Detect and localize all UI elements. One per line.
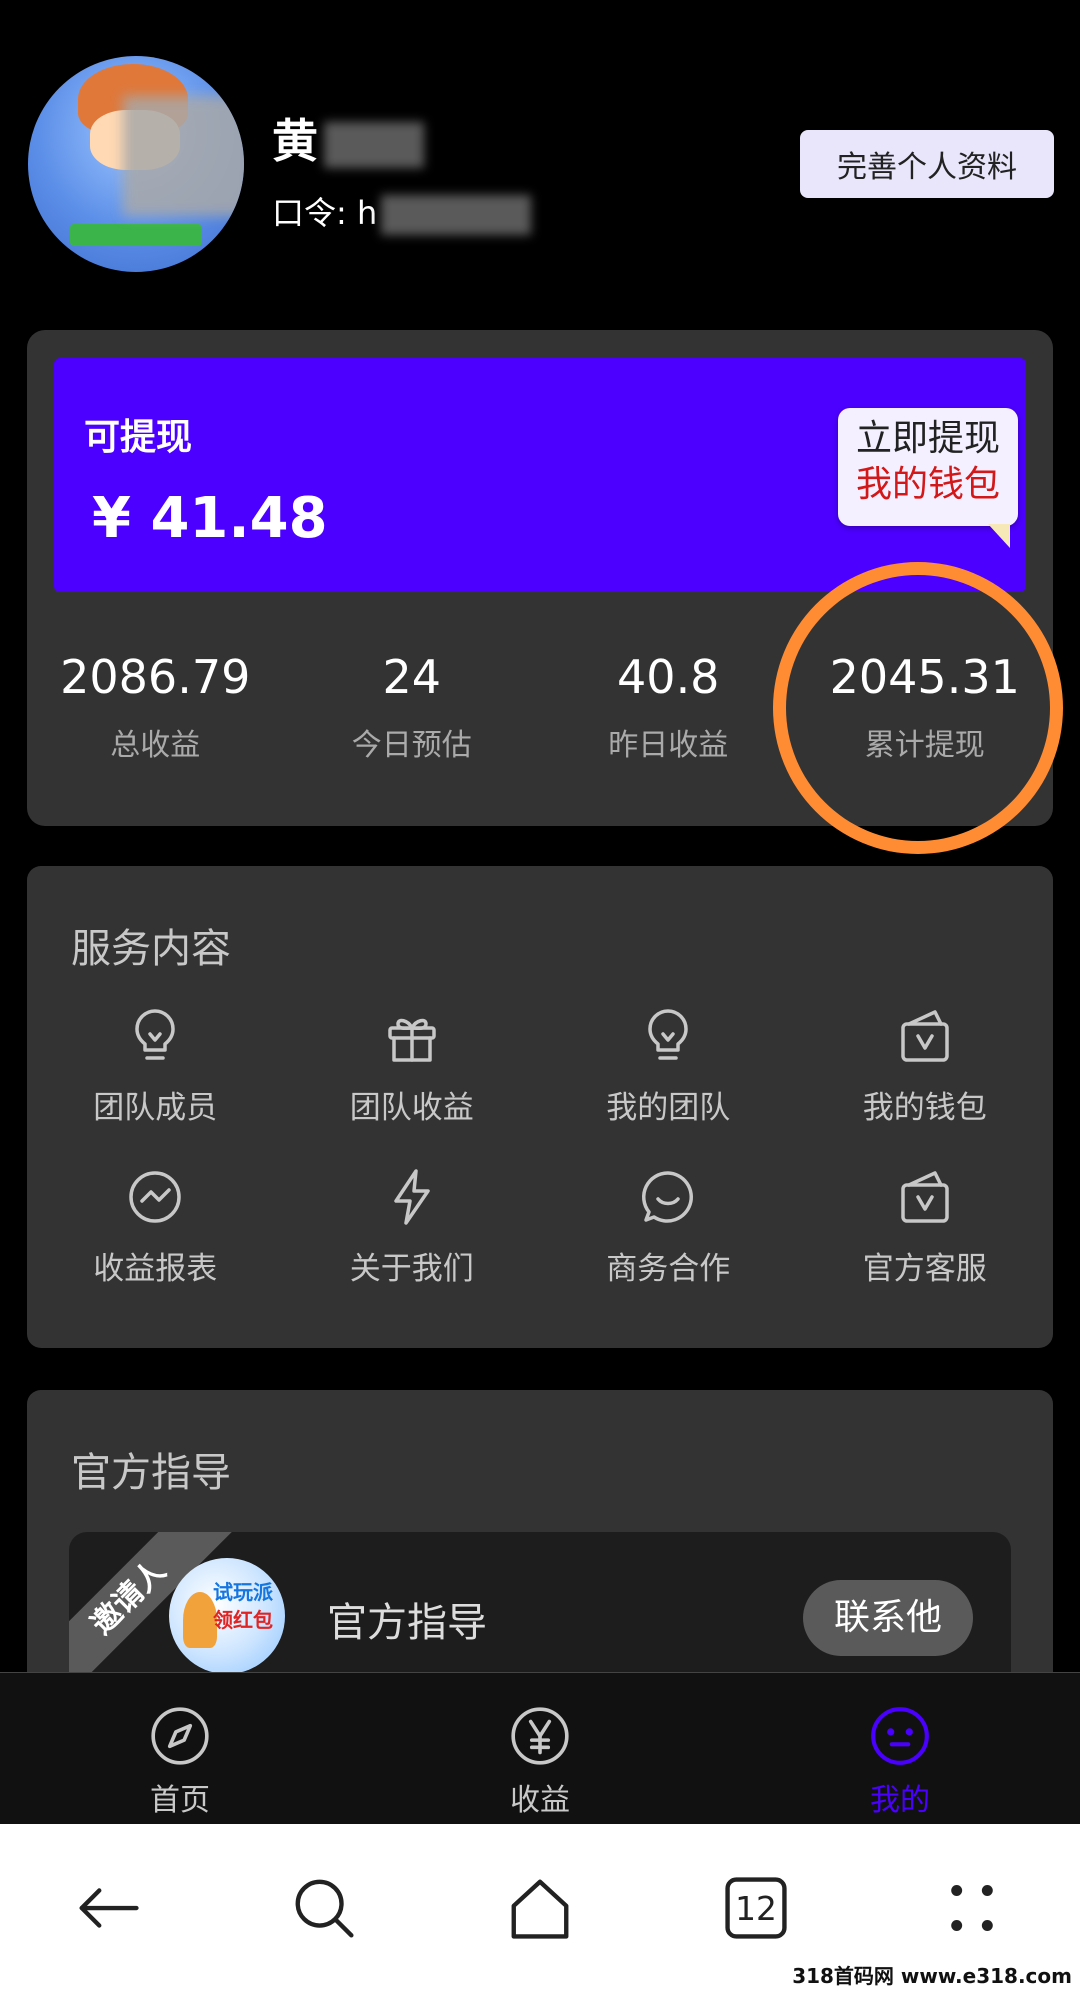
chat-icon: [642, 1171, 694, 1223]
service-label: 关于我们: [349, 1251, 474, 1287]
service-label: 我的钱包: [862, 1090, 987, 1126]
wallet-icon: [901, 1010, 949, 1062]
stat-label: 今日预估: [351, 728, 472, 763]
service-label: 我的团队: [606, 1090, 731, 1126]
back-arrow-icon: [79, 1887, 139, 1928]
services-title: 服务内容: [71, 926, 231, 972]
tab-income[interactable]: 收益: [360, 1673, 720, 1824]
stat-total-income[interactable]: 2086.79 总收益: [27, 650, 284, 764]
service-about-us[interactable]: 关于我们: [284, 1165, 541, 1288]
stat-value: 40.8: [617, 650, 720, 704]
withdrawable-panel: 可提现 ¥ 41.48 立即提现 我的钱包: [54, 358, 1026, 592]
service-label: 收益报表: [93, 1251, 218, 1287]
site-watermark: 318首码网 www.e318.com: [792, 1964, 1072, 1988]
services-grid: 团队成员 团队收益 我的团队 我的钱包 收益报表 关于我们 商务合作 官方客服: [27, 1004, 1053, 1288]
service-my-team[interactable]: 我的团队: [540, 1004, 797, 1127]
inviter-avatar: 试玩派 领红包: [169, 1558, 285, 1674]
service-team-members[interactable]: 团队成员: [27, 1004, 284, 1127]
system-nav-bar: 12 318首码网 www.e318.com: [0, 1824, 1080, 1991]
stat-label: 总收益: [110, 728, 201, 763]
service-label: 商务合作: [606, 1251, 731, 1287]
service-label: 团队收益: [349, 1090, 474, 1126]
avatar-text-2: 领红包: [213, 1608, 273, 1632]
tab-home[interactable]: 首页: [0, 1673, 360, 1824]
tabs-count: 12: [735, 1890, 777, 1928]
tab-mine[interactable]: 我的: [720, 1673, 1080, 1824]
back-button[interactable]: [0, 1873, 216, 1943]
service-my-wallet[interactable]: 我的钱包: [797, 1004, 1054, 1127]
user-code: 口令: h: [272, 188, 532, 235]
home-icon: [511, 1879, 569, 1939]
bottom-tab-bar: 首页 收益 我的: [0, 1672, 1080, 1824]
gift-icon: [388, 1018, 436, 1062]
compass-icon: [151, 1707, 209, 1765]
user-name: 黄: [272, 105, 424, 171]
withdrawable-label: 可提现: [84, 417, 193, 458]
tab-label: 首页: [150, 1783, 210, 1818]
more-dots-icon: [951, 1884, 993, 1931]
avatar-blur-mask: [123, 96, 244, 216]
stat-today-estimate[interactable]: 24 今日预估: [284, 650, 541, 764]
service-label: 官方客服: [862, 1251, 987, 1287]
search-icon: [295, 1879, 354, 1938]
stat-value: 24: [382, 650, 442, 704]
user-code-mask: [381, 195, 532, 235]
inviter-name: 官方指导: [327, 1600, 487, 1646]
button-corner-tail: [988, 524, 1010, 548]
service-team-income[interactable]: 团队收益: [284, 1004, 541, 1127]
home-button[interactable]: [432, 1873, 648, 1943]
avatar-text-1: 试玩派: [213, 1580, 273, 1604]
withdrawable-amount: ¥ 41.48: [92, 486, 328, 551]
user-code-text: 口令: h: [272, 194, 378, 232]
user-name-mask: [324, 121, 424, 168]
rocket-icon: [183, 1592, 217, 1648]
stat-value: 2086.79: [60, 650, 251, 704]
service-business[interactable]: 商务合作: [540, 1165, 797, 1288]
tab-label: 我的: [870, 1783, 930, 1818]
wallet-icon: [901, 1171, 949, 1223]
guide-section: 官方指导 邀请人 试玩派 领红包 官方指导 联系他: [27, 1390, 1053, 1690]
more-button[interactable]: [864, 1873, 1080, 1943]
guide-title: 官方指导: [71, 1450, 231, 1496]
services-section: 服务内容 团队成员 团队收益 我的团队 我的钱包 收益报表 关于我们 商务合作: [27, 866, 1053, 1348]
tab-label: 收益: [510, 1783, 570, 1818]
my-wallet-label: 我的钱包: [855, 464, 1000, 505]
lightbulb-icon: [648, 1009, 688, 1060]
search-button[interactable]: [216, 1873, 432, 1943]
stat-label: 昨日收益: [608, 728, 729, 763]
inviter-card: 邀请人 试玩派 领红包 官方指导 联系他: [69, 1532, 1011, 1690]
service-customer-support[interactable]: 官方客服: [797, 1165, 1054, 1288]
yen-icon: [511, 1707, 569, 1765]
tabs-button[interactable]: 12: [648, 1873, 864, 1943]
withdraw-now-button[interactable]: 立即提现 我的钱包: [838, 408, 1018, 548]
service-label: 团队成员: [93, 1090, 218, 1126]
face-icon: [871, 1707, 929, 1765]
user-avatar[interactable]: [28, 56, 244, 272]
avatar-green-badge: [70, 224, 202, 246]
lightning-icon: [394, 1169, 430, 1225]
user-name-text: 黄: [272, 114, 318, 168]
tabs-count-icon: 12: [725, 1876, 787, 1939]
complete-profile-button[interactable]: 完善个人资料: [800, 130, 1054, 198]
withdraw-now-label: 立即提现: [855, 418, 1000, 459]
service-income-report[interactable]: 收益报表: [27, 1165, 284, 1288]
stat-yesterday-income[interactable]: 40.8 昨日收益: [540, 650, 797, 764]
orange-highlight-circle: [773, 562, 1063, 854]
lightbulb-icon: [135, 1009, 175, 1060]
contact-button[interactable]: 联系他: [803, 1580, 973, 1656]
chart-icon: [129, 1171, 181, 1223]
